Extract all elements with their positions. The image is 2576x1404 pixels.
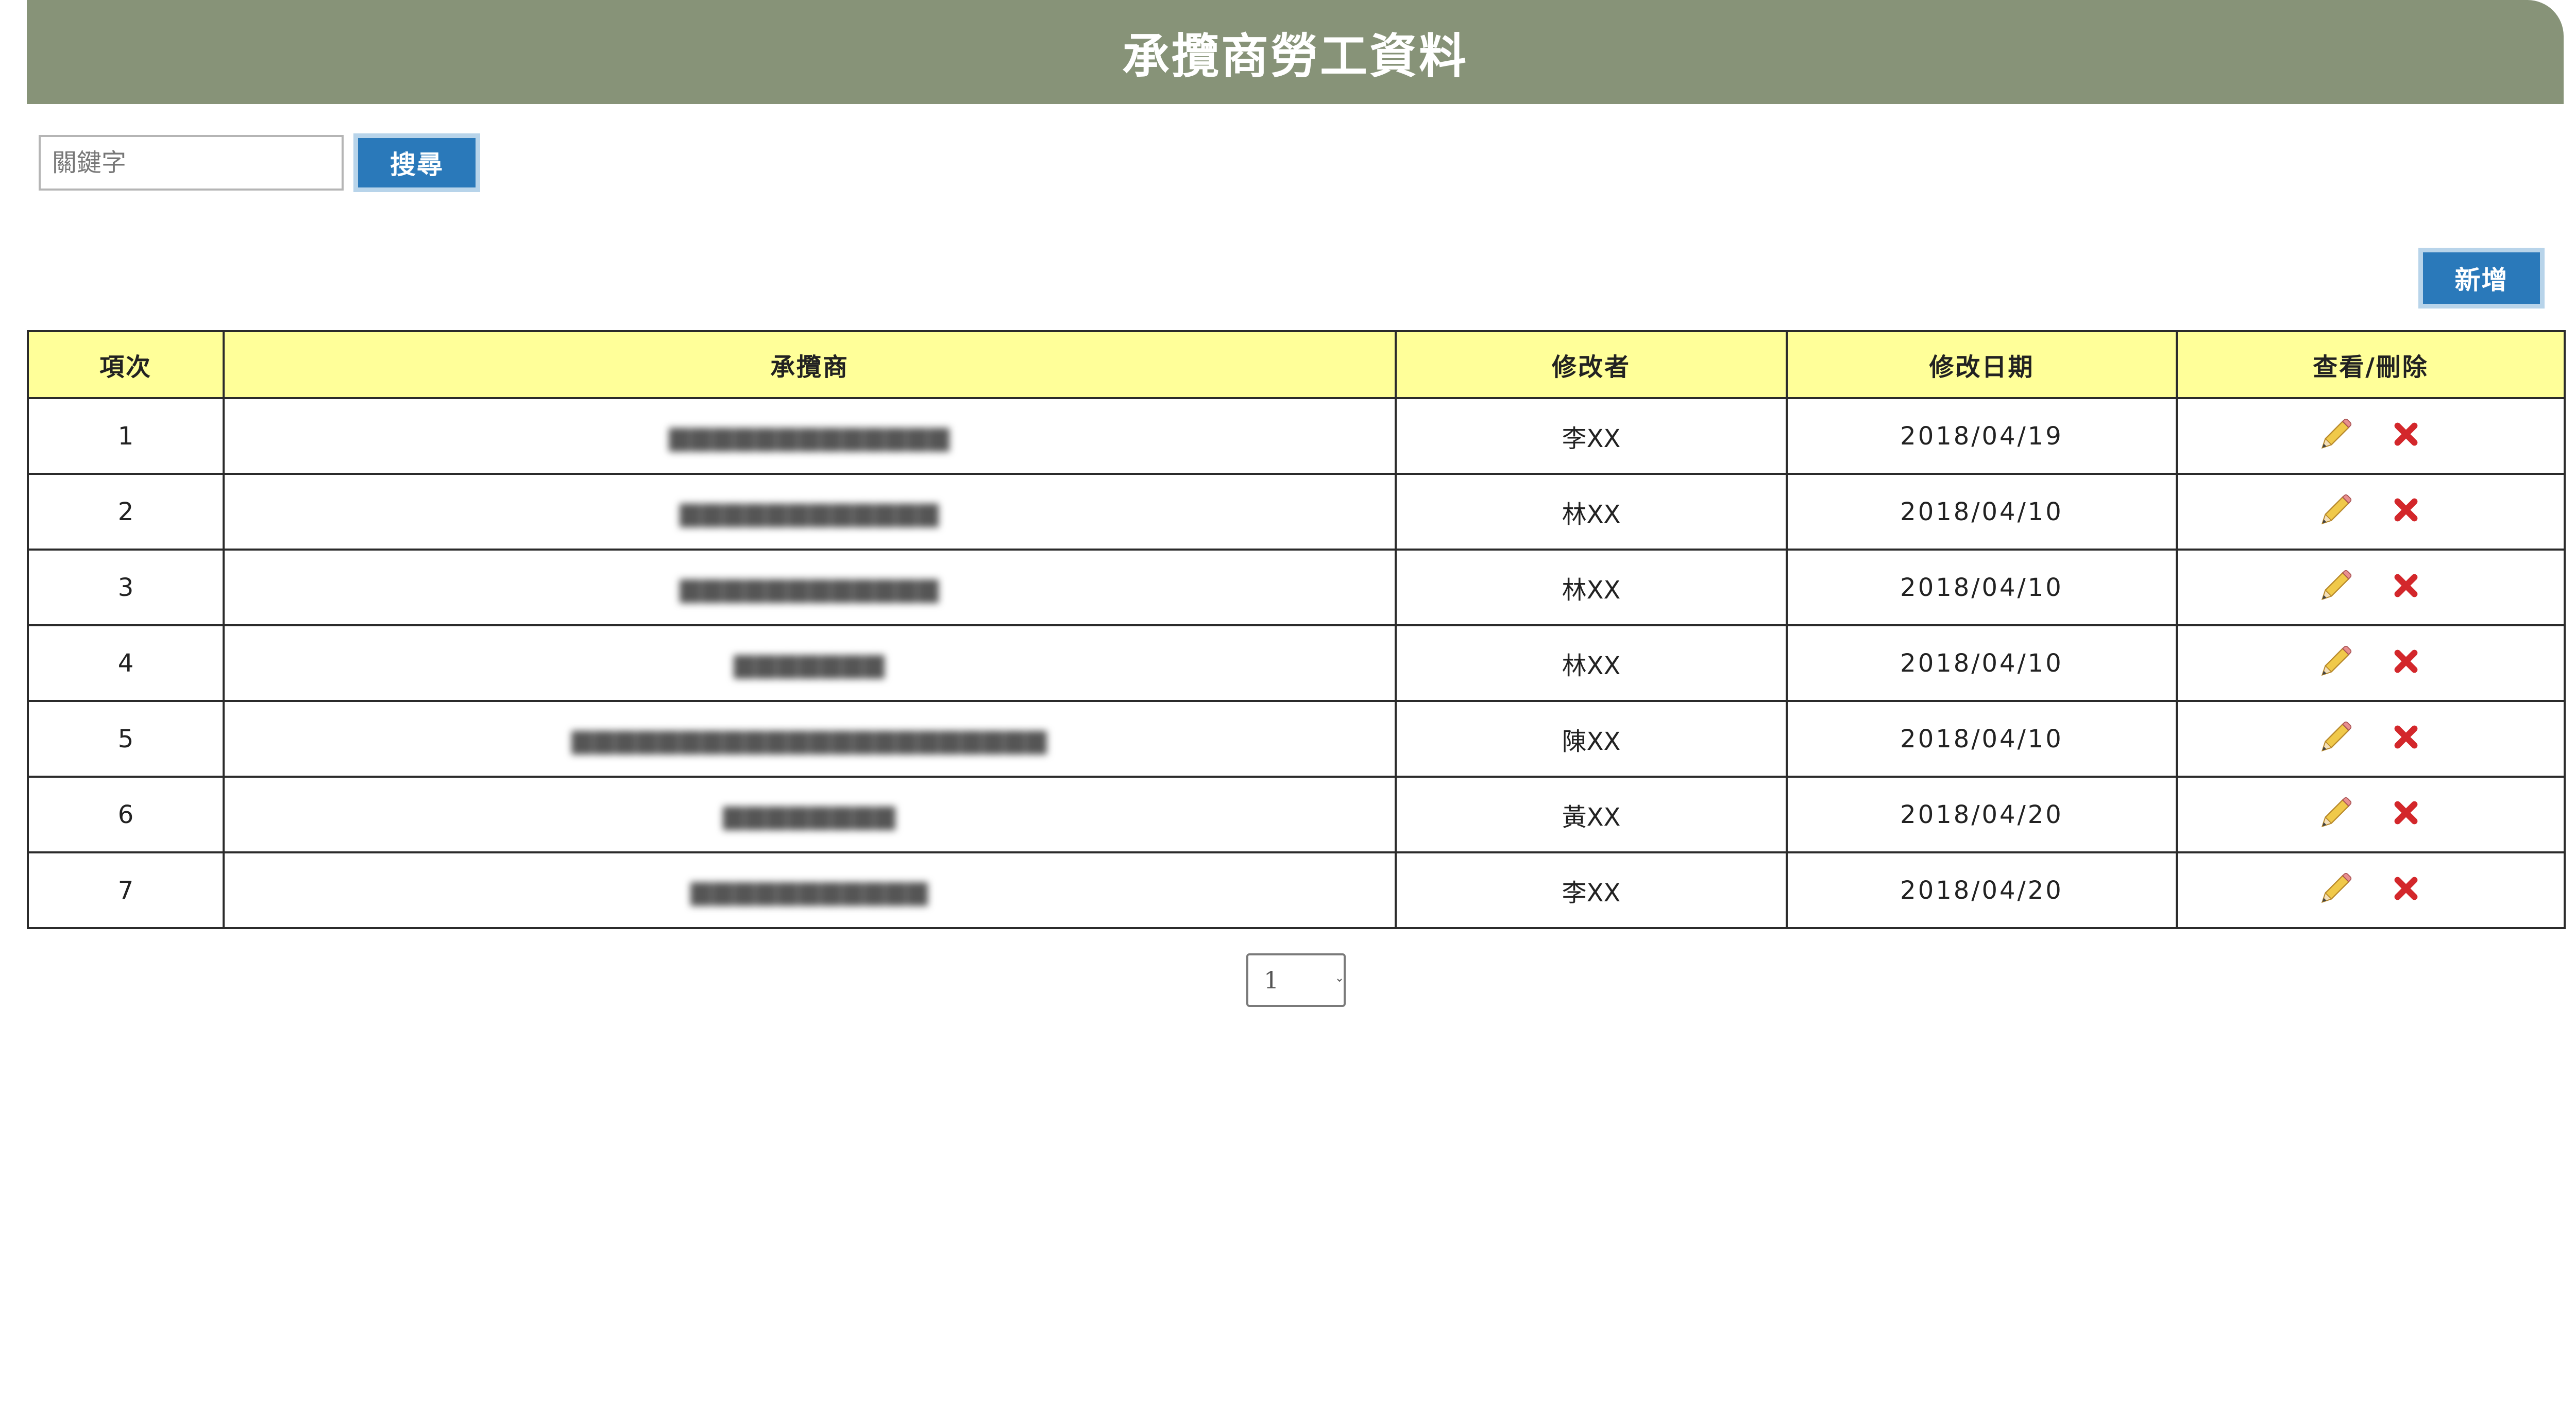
row-contractor-cell: ▆▆▆▆▆▆▆▆▆▆▆: [223, 851, 1397, 929]
search-button[interactable]: 搜尋: [358, 138, 476, 187]
row-actions-group: [2316, 868, 2426, 909]
row-contractor-cell: ▆▆▆▆▆▆▆: [223, 624, 1397, 702]
pencil-icon[interactable]: [2316, 868, 2356, 909]
row-actions: [2176, 397, 2566, 475]
table-row: 6 ▆▆▆▆▆▆▆▆ 黃XX 2018/04/20: [27, 776, 2566, 853]
close-icon[interactable]: [2386, 641, 2426, 681]
row-actions-group: [2316, 793, 2426, 833]
search-input[interactable]: [39, 135, 344, 191]
pencil-icon[interactable]: [2316, 490, 2356, 530]
row-contractor-cell: ▆▆▆▆▆▆▆▆▆▆▆▆▆: [223, 397, 1397, 475]
row-actions: [2176, 624, 2566, 702]
page-title: 承攬商勞工資料: [1122, 28, 1468, 84]
col-header-date: 修改日期: [1786, 330, 2178, 399]
row-actions: [2176, 473, 2566, 551]
row-date: 2018/04/19: [1786, 397, 2178, 475]
contractor-table: 項次 承攬商 修改者 修改日期 查看/刪除 1 ▆▆▆▆▆▆▆▆▆▆▆▆▆ 李XX 2…: [27, 330, 2566, 929]
table-row: 4 ▆▆▆▆▆▆▆ 林XX 2018/04/10: [27, 624, 2566, 702]
close-icon[interactable]: [2386, 868, 2426, 909]
row-index: 7: [27, 851, 225, 929]
pencil-icon[interactable]: [2316, 717, 2356, 757]
add-button[interactable]: 新增: [2423, 252, 2540, 304]
pencil-icon[interactable]: [2316, 641, 2356, 681]
close-icon[interactable]: [2386, 490, 2426, 530]
pencil-icon[interactable]: [2316, 566, 2356, 606]
title-bar: 承攬商勞工資料: [27, 0, 2564, 104]
table-row: 3 ▆▆▆▆▆▆▆▆▆▆▆▆ 林XX 2018/04/10: [27, 549, 2566, 626]
row-index: 2: [27, 473, 225, 551]
close-icon[interactable]: [2386, 717, 2426, 757]
table-body: 1 ▆▆▆▆▆▆▆▆▆▆▆▆▆ 李XX 2018/04/19 2 ▆▆▆▆▆▆▆▆▆▆▆▆…: [27, 397, 2566, 929]
table-header-row: 項次 承攬商 修改者 修改日期 查看/刪除: [27, 330, 2566, 399]
row-actions-group: [2316, 414, 2426, 454]
row-modifier: 黃XX: [1395, 776, 1788, 853]
close-icon[interactable]: [2386, 566, 2426, 606]
row-contractor: ▆▆▆▆▆▆▆▆▆▆▆▆: [680, 572, 940, 603]
row-contractor: ▆▆▆▆▆▆▆▆: [723, 799, 896, 830]
row-contractor-cell: ▆▆▆▆▆▆▆▆: [223, 776, 1397, 853]
row-contractor: ▆▆▆▆▆▆▆▆▆▆▆▆▆▆▆▆▆▆▆▆▆▆: [571, 723, 1048, 755]
col-header-contractor: 承攬商: [223, 330, 1397, 399]
row-date: 2018/04/10: [1786, 473, 2178, 551]
pencil-icon[interactable]: [2316, 414, 2356, 454]
row-contractor: ▆▆▆▆▆▆▆: [734, 647, 886, 679]
row-contractor-cell: ▆▆▆▆▆▆▆▆▆▆▆▆▆▆▆▆▆▆▆▆▆▆: [223, 700, 1397, 778]
row-actions-group: [2316, 566, 2426, 606]
page-select[interactable]: 1: [1246, 953, 1346, 1007]
row-actions-group: [2316, 490, 2426, 530]
row-modifier: 林XX: [1395, 473, 1788, 551]
close-icon[interactable]: [2386, 793, 2426, 833]
row-actions: [2176, 851, 2566, 929]
row-index: 1: [27, 397, 225, 475]
table-row: 7 ▆▆▆▆▆▆▆▆▆▆▆ 李XX 2018/04/20: [27, 851, 2566, 929]
row-contractor: ▆▆▆▆▆▆▆▆▆▆▆: [690, 875, 929, 906]
row-modifier: 李XX: [1395, 397, 1788, 475]
page: 承攬商勞工資料 搜尋 新增 項次 承攬商 修改者 修改日期 查看/刪除 1 ▆▆▆…: [0, 0, 2576, 1404]
col-header-modifier: 修改者: [1395, 330, 1788, 399]
table-row: 5 ▆▆▆▆▆▆▆▆▆▆▆▆▆▆▆▆▆▆▆▆▆▆ 陳XX 2018/04/10: [27, 700, 2566, 778]
row-index: 4: [27, 624, 225, 702]
row-modifier: 陳XX: [1395, 700, 1788, 778]
table-row: 1 ▆▆▆▆▆▆▆▆▆▆▆▆▆ 李XX 2018/04/19: [27, 397, 2566, 475]
row-contractor-cell: ▆▆▆▆▆▆▆▆▆▆▆▆: [223, 549, 1397, 626]
row-date: 2018/04/10: [1786, 549, 2178, 626]
row-modifier: 李XX: [1395, 851, 1788, 929]
table-row: 2 ▆▆▆▆▆▆▆▆▆▆▆▆ 林XX 2018/04/10: [27, 473, 2566, 551]
row-date: 2018/04/10: [1786, 624, 2178, 702]
row-modifier: 林XX: [1395, 549, 1788, 626]
pencil-icon[interactable]: [2316, 793, 2356, 833]
row-contractor-cell: ▆▆▆▆▆▆▆▆▆▆▆▆: [223, 473, 1397, 551]
row-contractor: ▆▆▆▆▆▆▆▆▆▆▆▆▆: [669, 420, 951, 452]
row-actions-group: [2316, 717, 2426, 757]
row-date: 2018/04/20: [1786, 776, 2178, 853]
row-contractor: ▆▆▆▆▆▆▆▆▆▆▆▆: [680, 496, 940, 527]
col-header-index: 項次: [27, 330, 225, 399]
col-header-actions: 查看/刪除: [2176, 330, 2566, 399]
close-icon[interactable]: [2386, 414, 2426, 454]
row-index: 5: [27, 700, 225, 778]
row-actions: [2176, 776, 2566, 853]
row-actions: [2176, 549, 2566, 626]
row-index: 3: [27, 549, 225, 626]
row-index: 6: [27, 776, 225, 853]
row-modifier: 林XX: [1395, 624, 1788, 702]
row-actions-group: [2316, 641, 2426, 681]
row-date: 2018/04/10: [1786, 700, 2178, 778]
row-date: 2018/04/20: [1786, 851, 2178, 929]
row-actions: [2176, 700, 2566, 778]
